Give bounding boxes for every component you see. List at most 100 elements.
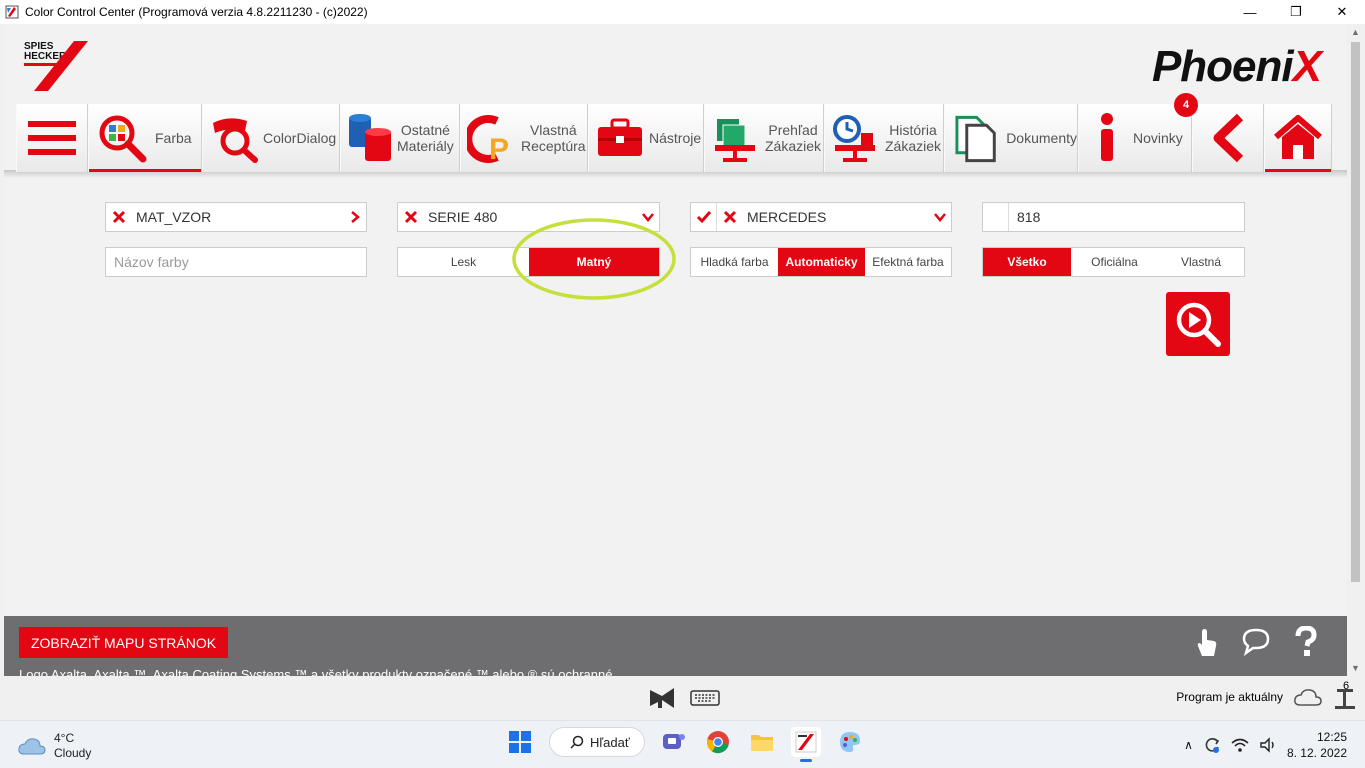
weather-condition: Cloudy [54,746,92,760]
color-code-value: 818 [1017,209,1041,225]
close-x-icon [723,210,737,224]
nav-prehlad-line2: Zákaziek [765,138,822,154]
chat-bubble-icon[interactable] [1241,626,1271,656]
taskbar-search[interactable]: Hľadať [549,727,645,757]
phoenix-logo: PhoeniX [1152,42,1322,92]
taskbar-clock[interactable]: 12:25 8. 12. 2022 [1287,729,1347,761]
app-footer: ZOBRAZIŤ MAPU STRÁNOK Logo Axalta, Axalt… [4,616,1347,676]
start-button[interactable] [505,727,535,757]
phoenix-logo-x: X [1292,42,1322,91]
back-button[interactable] [1192,104,1264,172]
system-tray: ∧ 12:25 8. 12. 2022 [1184,729,1347,761]
sync-icon[interactable] [1203,736,1221,754]
clear-manufacturer-button[interactable] [717,210,743,224]
nav-colordialog[interactable]: ColorDialog [202,104,340,172]
maximize-button[interactable]: ❐ [1273,0,1319,24]
wifi-icon[interactable] [1231,737,1249,753]
effect-option-automaticky[interactable]: Automaticky [778,248,865,276]
scale-counter-value: 6 [1343,680,1350,692]
effect-option-hladka[interactable]: Hladká farba [691,248,778,276]
nav-vlastna-receptura[interactable]: P Vlastná Receptúra [460,104,588,172]
nav-nastroje-label: Nástroje [649,130,702,146]
mat-vzor-open-button[interactable] [344,210,366,224]
effect-option-efektna[interactable]: Efektná farba [865,248,951,276]
checkmark-icon [696,211,711,224]
nav-novinky-label: Novinky [1133,130,1183,146]
close-button[interactable]: ✕ [1319,0,1365,24]
clear-serie-button[interactable] [398,210,424,224]
color-search-icon [99,115,147,163]
search-play-icon [1176,302,1221,347]
effect-toggle: Hladká farba Automaticky Efektná farba [690,247,952,277]
nav-vlastna-line2: Receptúra [521,138,586,154]
nav-colordialog-label: ColorDialog [263,130,337,146]
color-name-input[interactable]: Názov farby [105,247,367,277]
order-history-icon [833,115,875,162]
orders-overview-icon [715,119,755,162]
paint-app[interactable] [835,727,865,757]
clock-date: 8. 12. 2022 [1286,746,1347,760]
home-button[interactable] [1264,104,1332,172]
weather-temperature: 4°C [54,731,75,745]
help-icon[interactable] [1293,626,1319,658]
mat-vzor-field[interactable]: MAT_VZOR [105,202,367,232]
source-option-vlastna[interactable]: Vlastná [1158,248,1244,276]
app-content: SPIES HECKER PhoeniX Farba ColorDialog O… [4,24,1347,676]
nav-ostatne-materialy[interactable]: Ostatné Materiály [340,104,460,172]
nav-vlastna-label: Vlastná Receptúra [521,122,586,154]
confirm-manufacturer-button[interactable] [691,203,717,231]
status-bar: Program je aktuálny 6 [0,676,1365,720]
file-explorer-app[interactable] [747,727,777,757]
cloud-icon [1294,689,1322,706]
nav-prehlad-line1: Prehľad [768,122,818,138]
menu-button[interactable] [16,104,88,172]
nav-prehlad-zakaziek[interactable]: Prehľad Zákaziek [704,104,824,172]
nav-novinky[interactable]: Novinky [1078,104,1192,172]
source-toggle: Všetko Oficiálna Vlastná [982,247,1245,277]
manufacturer-dropdown[interactable]: MERCEDES [690,202,952,232]
teams-chat-app[interactable] [659,727,689,757]
nav-ostatne-line1: Ostatné [400,122,450,138]
keyboard-icon[interactable] [690,688,720,708]
clear-mat-vzor-button[interactable] [106,210,132,224]
weather-widget[interactable]: 4°C Cloudy [18,731,91,761]
tray-expand-icon[interactable]: ∧ [1184,738,1193,752]
scroll-up-arrow[interactable]: ▲ [1351,27,1360,37]
search-button[interactable] [1166,292,1230,356]
chrome-app[interactable] [703,727,733,757]
vertical-scrollbar[interactable]: ▲ ▼ [1347,24,1365,676]
scroll-down-arrow[interactable]: ▼ [1351,663,1360,673]
source-option-vsetko[interactable]: Všetko [983,248,1071,276]
novinky-badge: 4 [1174,93,1198,117]
scale-counter[interactable]: 6 [1333,680,1357,710]
scrollbar-thumb[interactable] [1351,42,1360,582]
color-code-checkbox[interactable] [983,203,1009,231]
nav-prehlad-label: Prehľad Zákaziek [765,122,821,154]
teams-chat-icon [663,734,685,749]
nav-historia-zakaziek[interactable]: História Zákaziek [824,104,944,172]
color-control-center-app[interactable] [791,727,821,762]
clock-time: 12:25 [1316,730,1347,744]
highlight-ellipse [512,218,676,300]
color-code-field[interactable]: 818 [982,202,1245,232]
spies-hecker-app-icon [795,731,817,753]
spies-hecker-logo-mark: SPIES HECKER [24,41,88,91]
nav-dokumenty[interactable]: Dokumenty [944,104,1078,172]
speaker-icon[interactable] [1259,737,1277,753]
program-status-text: Program je aktuálny [1176,690,1283,704]
show-sitemap-button[interactable]: ZOBRAZIŤ MAPU STRÁNOK [19,627,228,658]
spray-gun-icon[interactable] [648,686,676,710]
manufacturer-dropdown-toggle[interactable] [929,212,951,222]
hamburger-icon [28,121,76,155]
touch-icon[interactable] [1193,626,1219,658]
taskbar-search-label: Hľadať [590,734,630,750]
info-icon [1101,113,1113,161]
manufacturer-value: MERCEDES [747,209,827,225]
chevron-left-icon [1213,113,1244,163]
nav-vlastna-line1: Vlastná [529,122,577,138]
search-icon [570,735,584,749]
nav-farba[interactable]: Farba [88,104,202,172]
source-option-oficialna[interactable]: Oficiálna [1071,248,1158,276]
minimize-button[interactable]: — [1227,0,1273,24]
nav-nastroje[interactable]: Nástroje [588,104,704,172]
